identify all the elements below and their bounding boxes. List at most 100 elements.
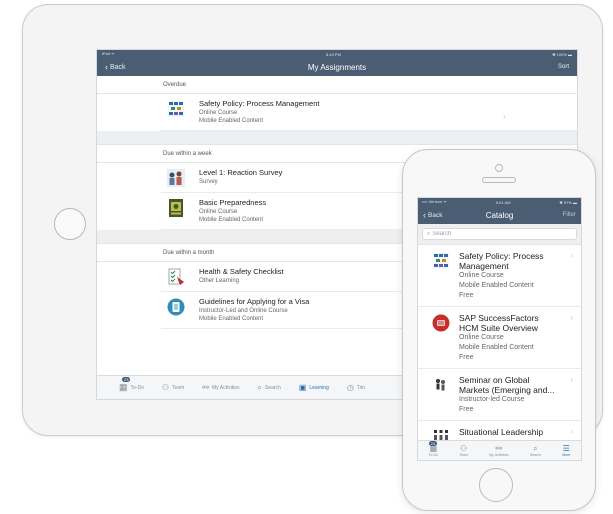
assignment-title: Guidelines for Applying for a Visa [199,297,310,306]
sort-button[interactable]: Sort [558,64,569,70]
catalog-price: Free [459,406,474,413]
chevron-right-icon: › [570,427,573,436]
tab-label: Search [529,453,541,457]
tab-my-activities[interactable]: ⚯ My Activities [489,444,508,457]
catalog-item[interactable]: Safety Policy: Process Management Online… [418,245,581,307]
status-time: 8:43 PM [326,51,341,57]
assignment-tag: Mobile Enabled Content [199,316,264,322]
catalog-price: Free [459,354,474,361]
assignment-title: Level 1: Reaction Survey [199,168,283,177]
tab-label: My Activities [211,384,240,391]
tab-my-activities[interactable]: ⚯ My Activities [202,383,239,392]
assignment-type: Online Course [199,209,238,215]
tab-more[interactable]: ☰ More [562,444,570,457]
assignment-type: Other Learning [199,278,240,284]
back-button[interactable]: ‹ Back [105,62,126,72]
catalog-type: Instructor-led Course [459,396,525,403]
status-carrier: •••• Verizon ᯤ [422,199,447,204]
catalog-item[interactable]: SAP SuccessFactors HCM Suite Overview On… [418,307,581,369]
tab-label: Team [459,453,468,457]
search-bar: ⌕ [418,224,581,245]
process-diagram-icon [433,253,449,269]
status-carrier: iPad ᯤ [102,51,115,56]
ipad-home-button[interactable] [54,208,86,240]
tab-time[interactable]: ◷ Tim [347,383,365,392]
catalog-type: Online Course [459,334,504,341]
tab-label: To-Do [428,453,439,457]
section-divider [97,131,577,145]
back-button[interactable]: ‹ Back [423,210,442,220]
tab-label: Search [264,384,281,391]
chevron-right-icon: › [570,313,573,322]
tab-to-do[interactable]: 24 ▦ To-Do [428,441,439,457]
tab-team[interactable]: ⚇ Team [459,444,468,457]
tab-learning[interactable]: ▣ Learning [299,383,329,392]
catalog-tag: Mobile Enabled Content [459,344,534,351]
chevron-right-icon: › [570,251,573,260]
iphone-screen: •••• Verizon ᯤ 9:01 AM ✱ 97% ▬ ‹ Back Ca… [417,197,582,461]
tab-to-do[interactable]: 23 ▦ To-Do [119,377,144,393]
tab-label: To-Do [130,384,144,391]
todo-badge: 24 [428,441,438,446]
calendar-icon: ▦ [119,382,128,392]
book-icon: ▣ [298,383,307,392]
chevron-right-icon: › [570,375,573,384]
tab-search[interactable]: ⌕ Search [530,444,541,457]
team-icon: ⚇ [460,444,468,453]
assignment-title: Health & Safety Checklist [199,267,284,276]
chevron-right-icon: › [503,112,506,121]
activities-icon: ⚯ [495,444,503,453]
catalog-tag: Mobile Enabled Content [459,282,534,289]
back-label: Back [428,211,443,219]
catalog-title: Seminar on Global Markets (Emerging and.… [459,375,555,395]
catalog-item[interactable]: Seminar on Global Markets (Emerging and.… [418,369,581,421]
survey-people-icon [167,169,185,187]
checklist-icon [168,268,184,285]
chevron-left-icon: ‹ [423,210,426,220]
ipad-status-bar: iPad ᯤ 8:43 PM ✱ 100% ▬ [97,50,577,58]
tab-label: More [562,453,571,457]
assignment-type: Instructor-Led and Online Course [199,308,288,314]
assignment-title: Safety Policy: Process Management [199,99,320,108]
tab-label: Team [172,384,185,391]
section-header-overdue: Overdue [97,76,577,94]
speaker-grille [482,177,516,183]
catalog-title: SAP SuccessFactors HCM Suite Overview [459,313,539,333]
clock-icon: ◷ [346,383,354,392]
iphone-tab-bar: 24 ▦ To-Do ⚇ Team ⚯ My Activities ⌕ Sear… [418,440,581,460]
page-title: My Assignments [307,62,367,72]
tab-search[interactable]: ⌕ Search [257,383,280,393]
ipad-nav-bar: ‹ Back My Assignments Sort [97,58,577,76]
iphone-device: •••• Verizon ᯤ 9:01 AM ✱ 97% ▬ ‹ Back Ca… [402,149,596,511]
chevron-left-icon: ‹ [105,62,108,72]
todo-badge: 23 [122,377,131,382]
search-input[interactable] [432,231,573,237]
search-icon: ⌕ [257,382,262,392]
team-icon: ⚇ [161,383,170,392]
assignment-type: Survey [199,179,218,185]
menu-list-icon: ☰ [562,444,570,453]
iphone-home-button[interactable] [479,468,513,502]
search-field[interactable]: ⌕ [422,228,577,240]
filter-button[interactable]: Filter [563,212,576,218]
seminar-people-icon [436,379,445,391]
status-battery: ✱ 97% ▬ [559,199,577,205]
assignment-type: Online Course [199,110,238,116]
catalog-type: Online Course [459,272,504,279]
marketing-composite: iPad ᯤ 8:43 PM ✱ 100% ▬ ‹ Back My Assign… [0,0,613,514]
tab-label: Learning [309,384,329,391]
preparedness-book-icon [169,199,183,217]
sap-course-icon [432,314,450,332]
search-icon: ⌕ [427,230,431,237]
assignment-row[interactable]: Safety Policy: Process Management Online… [161,94,577,131]
back-label: Back [110,63,126,71]
tab-label: Tim [356,384,365,391]
catalog-price: Free [459,292,474,299]
camera-icon [495,164,503,172]
catalog-title: Safety Policy: Process Management [459,251,544,271]
assignment-tag: Mobile Enabled Content [199,217,264,223]
tab-team[interactable]: ⚇ Team [162,383,184,392]
status-battery: ✱ 100% ▬ [552,51,572,57]
iphone-nav-bar: ‹ Back Catalog Filter [418,206,581,224]
tab-label: My Activities [489,453,509,457]
